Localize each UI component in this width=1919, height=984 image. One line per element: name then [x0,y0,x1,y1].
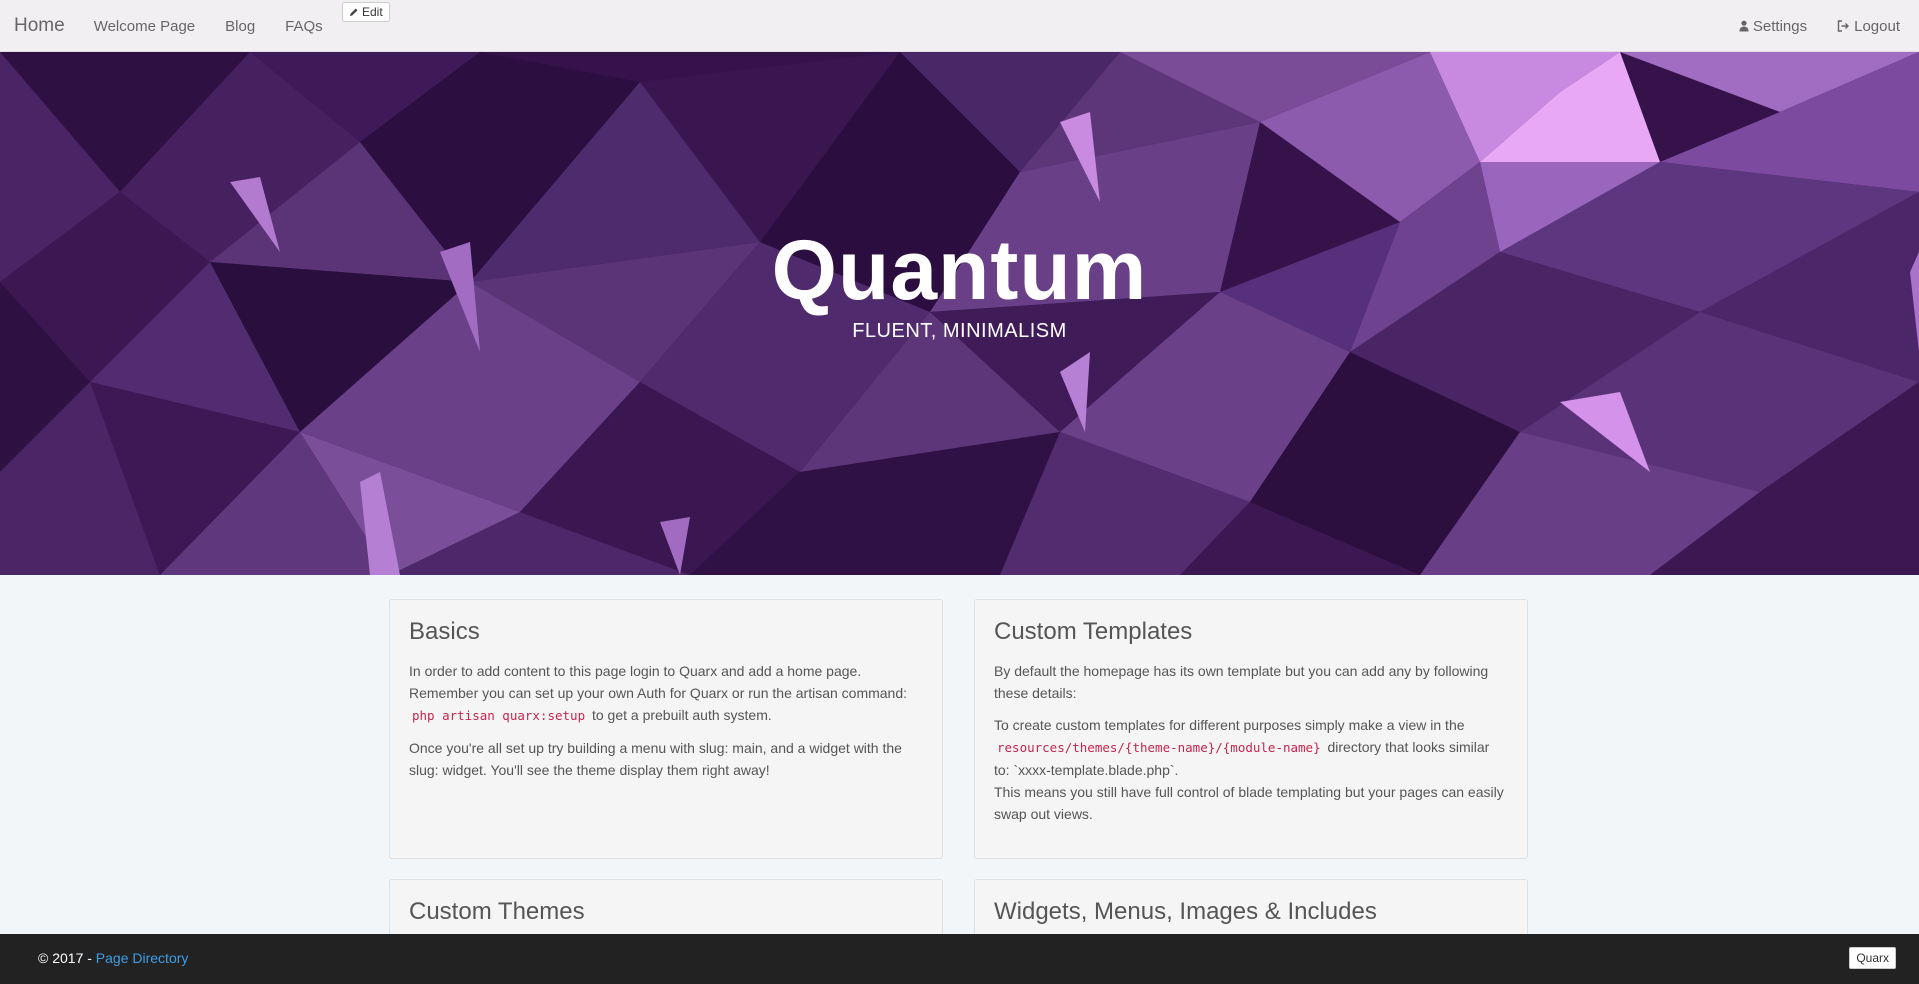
nav-link-blog[interactable]: Blog [210,18,270,35]
nav-link-welcome-page[interactable]: Welcome Page [79,18,210,35]
code-theme-path: resources/themes/{theme-name}/{module-na… [997,740,1321,755]
nav-link-faqs[interactable]: FAQs [270,18,338,35]
card-custom-themes-title: Custom Themes [409,898,585,925]
settings-link[interactable]: Settings [1724,18,1822,35]
logout-icon [1837,20,1850,32]
card-custom-templates: Custom Templates By default the homepage… [974,599,1528,859]
card-basics-title: Basics [409,618,480,645]
card-custom-templates-paragraph-2: To create custom templates for different… [994,714,1508,825]
card-widgets-title: Widgets, Menus, Images & Includes [994,898,1377,925]
logout-link[interactable]: Logout [1822,18,1915,35]
pencil-icon [349,7,359,17]
edit-button[interactable]: Edit [342,2,390,22]
copyright-text: © 2017 - [38,950,96,966]
nav-right: Settings Logout [1724,0,1919,52]
quarx-button[interactable]: Quarx [1849,947,1896,969]
code-artisan-setup: php artisan quarx:setup [412,708,586,723]
logout-label: Logout [1854,17,1900,35]
card-basics-paragraph-2: Once you're all set up try building a me… [409,740,902,778]
nav-left: Home Welcome Page Blog FAQs [0,0,338,52]
footer: © 2017 - Page Directory Quarx [0,934,1919,984]
text: To create custom templates for different… [994,717,1465,733]
card-basics: Basics In order to add content to this p… [389,599,943,859]
edit-button-label: Edit [362,5,383,19]
nav-brand-home[interactable]: Home [0,15,79,37]
footer-copyright: © 2017 - Page Directory [38,950,188,966]
navbar: Home Welcome Page Blog FAQs Edit Setting… [0,0,1919,52]
settings-label: Settings [1752,17,1808,35]
card-basics-paragraph-1: In order to add content to this page log… [409,660,923,727]
card-custom-templates-paragraph-1: By default the homepage has its own temp… [994,663,1489,701]
text: to get a prebuilt auth system. [588,707,772,723]
user-icon [1739,20,1749,32]
card-custom-templates-title: Custom Templates [994,618,1193,645]
hero-title: Quantum [771,223,1148,317]
hero-subtitle: FLUENT, MINIMALISM [852,320,1067,342]
text: In order to add content to this page log… [409,663,908,701]
text: This means you still have full control o… [994,784,1504,822]
hero-banner: Quantum FLUENT, MINIMALISM [0,52,1919,575]
page-directory-link[interactable]: Page Directory [96,950,189,966]
